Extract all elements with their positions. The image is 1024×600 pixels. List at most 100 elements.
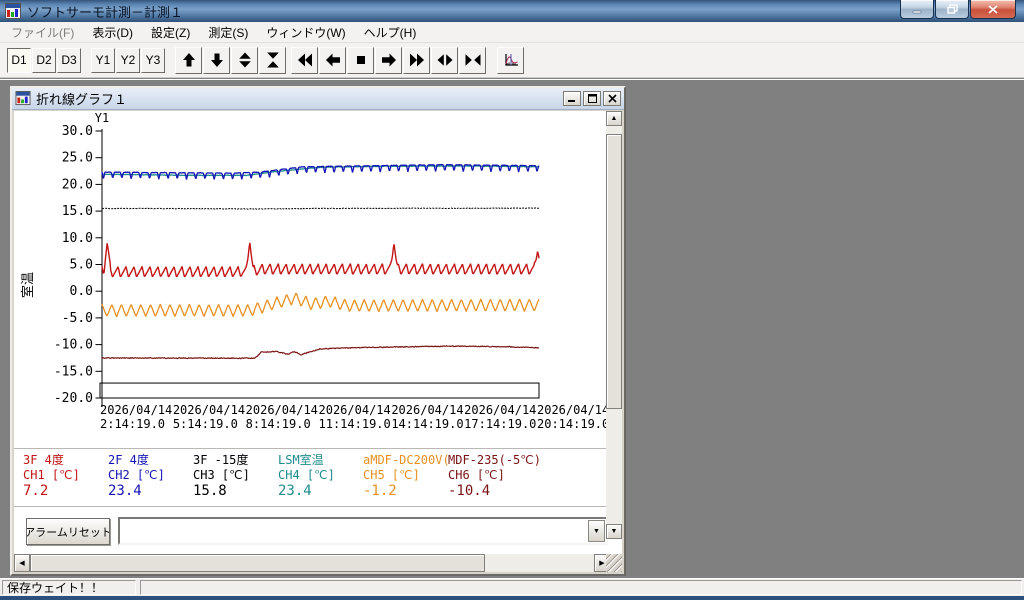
channel-current-value: -1.2	[363, 483, 448, 500]
toolbar-button-fast-forward[interactable]	[403, 47, 430, 74]
app-title: ソフトサーモ計測－計測１	[27, 2, 183, 21]
y-tick-label: -20.0	[54, 391, 93, 406]
horizontal-scrollbar[interactable]: ◀ ▶	[14, 554, 610, 572]
chart-icon-icon	[503, 52, 519, 68]
status-panel-2	[140, 580, 1022, 595]
toolbar-button-compress-horizontal[interactable]	[459, 47, 486, 74]
y-tick-label: 0.0	[70, 284, 93, 299]
close-icon	[988, 5, 998, 14]
close-button[interactable]	[970, 0, 1016, 19]
toolbar-button-graph-settings[interactable]	[497, 47, 524, 74]
channel-name: LSM室温	[278, 453, 363, 468]
toolbar-button-expand-vertical[interactable]	[231, 47, 258, 74]
vertical-scrollbar[interactable]: ▲ ▼	[606, 111, 622, 539]
toolbar-button-d1[interactable]: D1	[7, 48, 31, 73]
app-icon	[5, 3, 21, 19]
graph-window-icon	[15, 91, 31, 106]
child-maximize-icon	[588, 94, 597, 103]
up-arrow-icon	[181, 52, 197, 68]
alarm-reset-button[interactable]: アラームリセット	[26, 518, 110, 545]
series-ch3	[102, 208, 539, 209]
x-tick-date: 2026/04/14	[537, 403, 609, 417]
resize-grip[interactable]	[606, 554, 622, 572]
legend-channel-1: 3F 4度CH1 [℃]7.2	[23, 453, 108, 500]
toolbar-button-down-arrow[interactable]	[203, 47, 230, 74]
triangle-down-icon: ▼	[611, 528, 618, 535]
y-axis-label: 室温	[17, 264, 57, 298]
menu-item-setting[interactable]: 設定(Z)	[142, 21, 199, 44]
y-tick-label: 20.0	[62, 177, 93, 192]
series-ch1	[102, 243, 539, 277]
channel-current-value: 23.4	[278, 483, 363, 500]
menu-item-window[interactable]: ウィンドウ(W)	[257, 21, 354, 44]
channel-name: MDF-235(-5℃)	[448, 453, 608, 468]
minimize-icon	[912, 5, 922, 14]
toolbar-button-compress-vertical[interactable]	[259, 47, 286, 74]
toolbar-button-expand-horizontal[interactable]	[431, 47, 458, 74]
child-minimize-button[interactable]	[563, 91, 581, 106]
combo-dropdown-button[interactable]: ▼	[588, 520, 605, 542]
channel-unit-label: CH3 [℃]	[193, 468, 278, 483]
statusbar: 保存ウェイト！！	[0, 578, 1024, 596]
menu-item-help[interactable]: ヘルプ(H)	[355, 21, 426, 44]
compress-horizontal-icon	[465, 52, 481, 68]
child-minimize-icon	[568, 94, 576, 103]
minimize-button[interactable]	[900, 0, 934, 19]
expand-horizontal-icon	[437, 52, 453, 68]
compress-vertical-icon	[265, 52, 281, 68]
channel-unit-label: CH2 [℃]	[108, 468, 193, 483]
toolbar-button-right-arrow[interactable]	[375, 47, 402, 74]
status-message: 保存ウェイト！！	[2, 580, 136, 595]
x-tick-date: 2026/04/14	[464, 403, 536, 417]
down-arrow-icon	[209, 52, 225, 68]
vertical-scroll-thumb[interactable]	[606, 134, 622, 409]
x-tick-date: 2026/04/14	[391, 403, 463, 417]
y-tick-label: 30.0	[62, 124, 93, 139]
child-maximize-button[interactable]	[583, 91, 601, 106]
scroll-up-button[interactable]: ▲	[606, 111, 622, 126]
toolbar-button-fast-rewind[interactable]	[291, 47, 318, 74]
child-close-icon	[608, 94, 617, 103]
y-axis-name: Y1	[95, 111, 109, 125]
menu-item-view[interactable]: 表示(D)	[83, 21, 142, 44]
right-arrow-icon	[381, 52, 397, 68]
legend-channel-5: aMDF-DC200V(+7CH5 [℃]-1.2	[363, 453, 448, 500]
scroll-left-button[interactable]: ◀	[14, 554, 30, 572]
horizontal-scroll-thumb[interactable]	[30, 554, 485, 572]
channel-current-value: 7.2	[23, 483, 108, 500]
channel-current-value: 23.4	[108, 483, 193, 500]
channel-name: 2F 4度	[108, 453, 193, 468]
y-tick-label: 5.0	[70, 258, 93, 273]
alarm-combo-box[interactable]: ▼	[118, 517, 608, 545]
toolbar-button-d3[interactable]: D3	[57, 48, 81, 73]
toolbar-button-y1[interactable]: Y1	[91, 48, 115, 73]
graph-window-titlebar[interactable]: 折れ線グラフ１	[12, 88, 624, 110]
toolbar-button-y3[interactable]: Y3	[141, 48, 165, 73]
triangle-left-icon: ◀	[19, 559, 24, 567]
channel-legend: 3F 4度CH1 [℃]7.22F 4度CH2 [℃]23.43F -15度CH…	[14, 448, 610, 507]
y-tick-label: -10.0	[54, 338, 93, 353]
channel-current-value: -10.4	[448, 483, 608, 500]
series-ch6	[102, 346, 539, 359]
graph-content: Y130.025.020.015.010.05.00.0-5.0-10.0-15…	[14, 111, 610, 557]
toolbar-button-stop[interactable]	[347, 47, 374, 74]
menu-item-measure[interactable]: 測定(S)	[199, 21, 257, 44]
channel-unit-label: CH1 [℃]	[23, 468, 108, 483]
x-tick-time: 2:14:19.0	[100, 417, 165, 431]
child-close-button[interactable]	[603, 91, 621, 106]
fast-forward-icon	[409, 52, 425, 68]
app-titlebar: ソフトサーモ計測－計測１	[0, 0, 1024, 22]
scroll-down-button[interactable]: ▼	[606, 524, 622, 539]
toolbar-button-d2[interactable]: D2	[32, 48, 56, 73]
menu-item-file[interactable]: ファイル(F)	[2, 21, 83, 44]
toolbar-button-up-arrow[interactable]	[175, 47, 202, 74]
toolbar-button-left-arrow[interactable]	[319, 47, 346, 74]
y-tick-label: 25.0	[62, 151, 93, 166]
x-tick-time: 17:14:19.0	[464, 417, 536, 431]
channel-unit-label: CH6 [℃]	[448, 468, 608, 483]
channel-name: 3F 4度	[23, 453, 108, 468]
graph-window-body: Y130.025.020.015.010.05.00.0-5.0-10.0-15…	[14, 111, 622, 572]
restore-icon	[947, 4, 958, 14]
restore-button[interactable]	[935, 0, 969, 19]
toolbar-button-y2[interactable]: Y2	[116, 48, 140, 73]
